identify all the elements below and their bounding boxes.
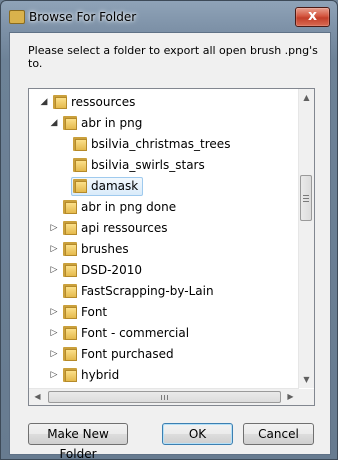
folder-icon <box>73 157 88 173</box>
collapsed-arrow-icon[interactable]: ▷ <box>49 264 59 276</box>
folder-icon <box>63 199 78 215</box>
folder-icon <box>73 136 88 152</box>
folder-icon <box>63 283 78 299</box>
collapsed-arrow-icon[interactable]: ▷ <box>49 306 59 318</box>
tree-item-label: FastScrapping-by-Lain <box>81 284 214 298</box>
folder-icon <box>53 94 68 110</box>
tree-item[interactable]: abr in png done <box>29 197 299 218</box>
tree-item[interactable]: ▷ brushes <box>29 239 299 260</box>
browse-folder-dialog: Browse For Folder x Please select a fold… <box>0 0 338 460</box>
tree-item-label: Font - commercial <box>81 326 190 340</box>
tree-item-label: bsilvia_swirls_stars <box>91 158 205 172</box>
tree-item-label: abr in png done <box>81 200 177 214</box>
tree-item-label: damask <box>91 179 139 193</box>
tree-item[interactable]: ▷ Font - commercial <box>29 323 299 344</box>
tree-rows: ◢ ressources ◢ abr in png bsilvia_christmas_… <box>29 89 299 388</box>
scroll-down-arrow-icon[interactable]: ▼ <box>299 371 314 388</box>
folder-tree[interactable]: ◢ ressources ◢ abr in png bsilvia_christmas_… <box>28 88 315 406</box>
tree-item-label: Font <box>81 305 108 319</box>
folder-icon <box>63 262 78 278</box>
folder-icon <box>63 325 78 341</box>
title-bar[interactable]: Browse For Folder x <box>1 1 337 33</box>
folder-icon <box>63 367 78 383</box>
scroll-left-arrow-icon[interactable]: ◀ <box>29 389 46 405</box>
vertical-scrollbar[interactable]: ▲ ▼ <box>298 89 314 388</box>
expanded-arrow-icon[interactable]: ◢ <box>39 96 49 108</box>
close-button[interactable]: x <box>295 7 330 27</box>
folder-icon <box>63 241 78 257</box>
window-title: Browse For Folder <box>29 10 137 24</box>
folder-icon <box>63 304 78 320</box>
tree-item-label: abr in png <box>81 116 143 130</box>
tree-item[interactable]: ▷ Font <box>29 302 299 323</box>
folder-icon <box>63 346 78 362</box>
tree-item[interactable]: ▷ api ressources <box>29 218 299 239</box>
collapsed-arrow-icon[interactable]: ▷ <box>49 348 59 360</box>
folder-icon <box>63 115 78 131</box>
collapsed-arrow-icon[interactable]: ▷ <box>49 369 59 381</box>
make-new-folder-button[interactable]: Make New Folder <box>28 423 128 459</box>
horizontal-scroll-thumb[interactable] <box>48 391 281 403</box>
tree-item-label: bsilvia_christmas_trees <box>91 137 231 151</box>
folder-icon <box>9 10 25 24</box>
tree-item[interactable]: bsilvia_swirls_stars <box>29 155 299 176</box>
tree-item[interactable]: ◢ ressources <box>29 92 299 113</box>
tree-item[interactable]: ▷ hybrid <box>29 365 299 386</box>
instruction-text: Please select a folder to export all ope… <box>28 44 318 70</box>
ok-button[interactable]: OK <box>162 423 233 445</box>
collapsed-arrow-icon[interactable]: ▷ <box>49 243 59 255</box>
tree-item-label: DSD-2010 <box>81 263 142 277</box>
tree-item[interactable]: FastScrapping-by-Lain <box>29 281 299 302</box>
scrollbar-corner <box>299 389 314 405</box>
tree-item[interactable]: bsilvia_christmas_trees <box>29 134 299 155</box>
horizontal-scrollbar[interactable]: ◀ ▶ <box>29 388 299 405</box>
collapsed-arrow-icon[interactable]: ▷ <box>49 222 59 234</box>
tree-item-label: brushes <box>81 242 129 256</box>
tree-item[interactable]: ▷ DSD-2010 <box>29 260 299 281</box>
tree-item[interactable]: damask <box>29 176 299 197</box>
folder-icon <box>63 220 78 236</box>
tree-item-label: hybrid <box>81 368 120 382</box>
tree-item[interactable]: ◢ abr in png <box>29 113 299 134</box>
folder-icon <box>73 178 88 194</box>
collapsed-arrow-icon[interactable]: ▷ <box>49 327 59 339</box>
tree-item-label: ressources <box>71 95 136 109</box>
tree-item-label: Font purchased <box>81 347 174 361</box>
vertical-scroll-thumb[interactable] <box>300 175 312 221</box>
expanded-arrow-icon[interactable]: ◢ <box>49 117 59 129</box>
scroll-right-arrow-icon[interactable]: ▶ <box>282 389 299 405</box>
tree-item[interactable]: ▷ Font purchased <box>29 344 299 365</box>
dialog-body: Please select a folder to export all ope… <box>9 32 331 459</box>
scroll-up-arrow-icon[interactable]: ▲ <box>299 89 314 106</box>
cancel-button[interactable]: Cancel <box>243 423 314 445</box>
tree-item-label: api ressources <box>81 221 168 235</box>
